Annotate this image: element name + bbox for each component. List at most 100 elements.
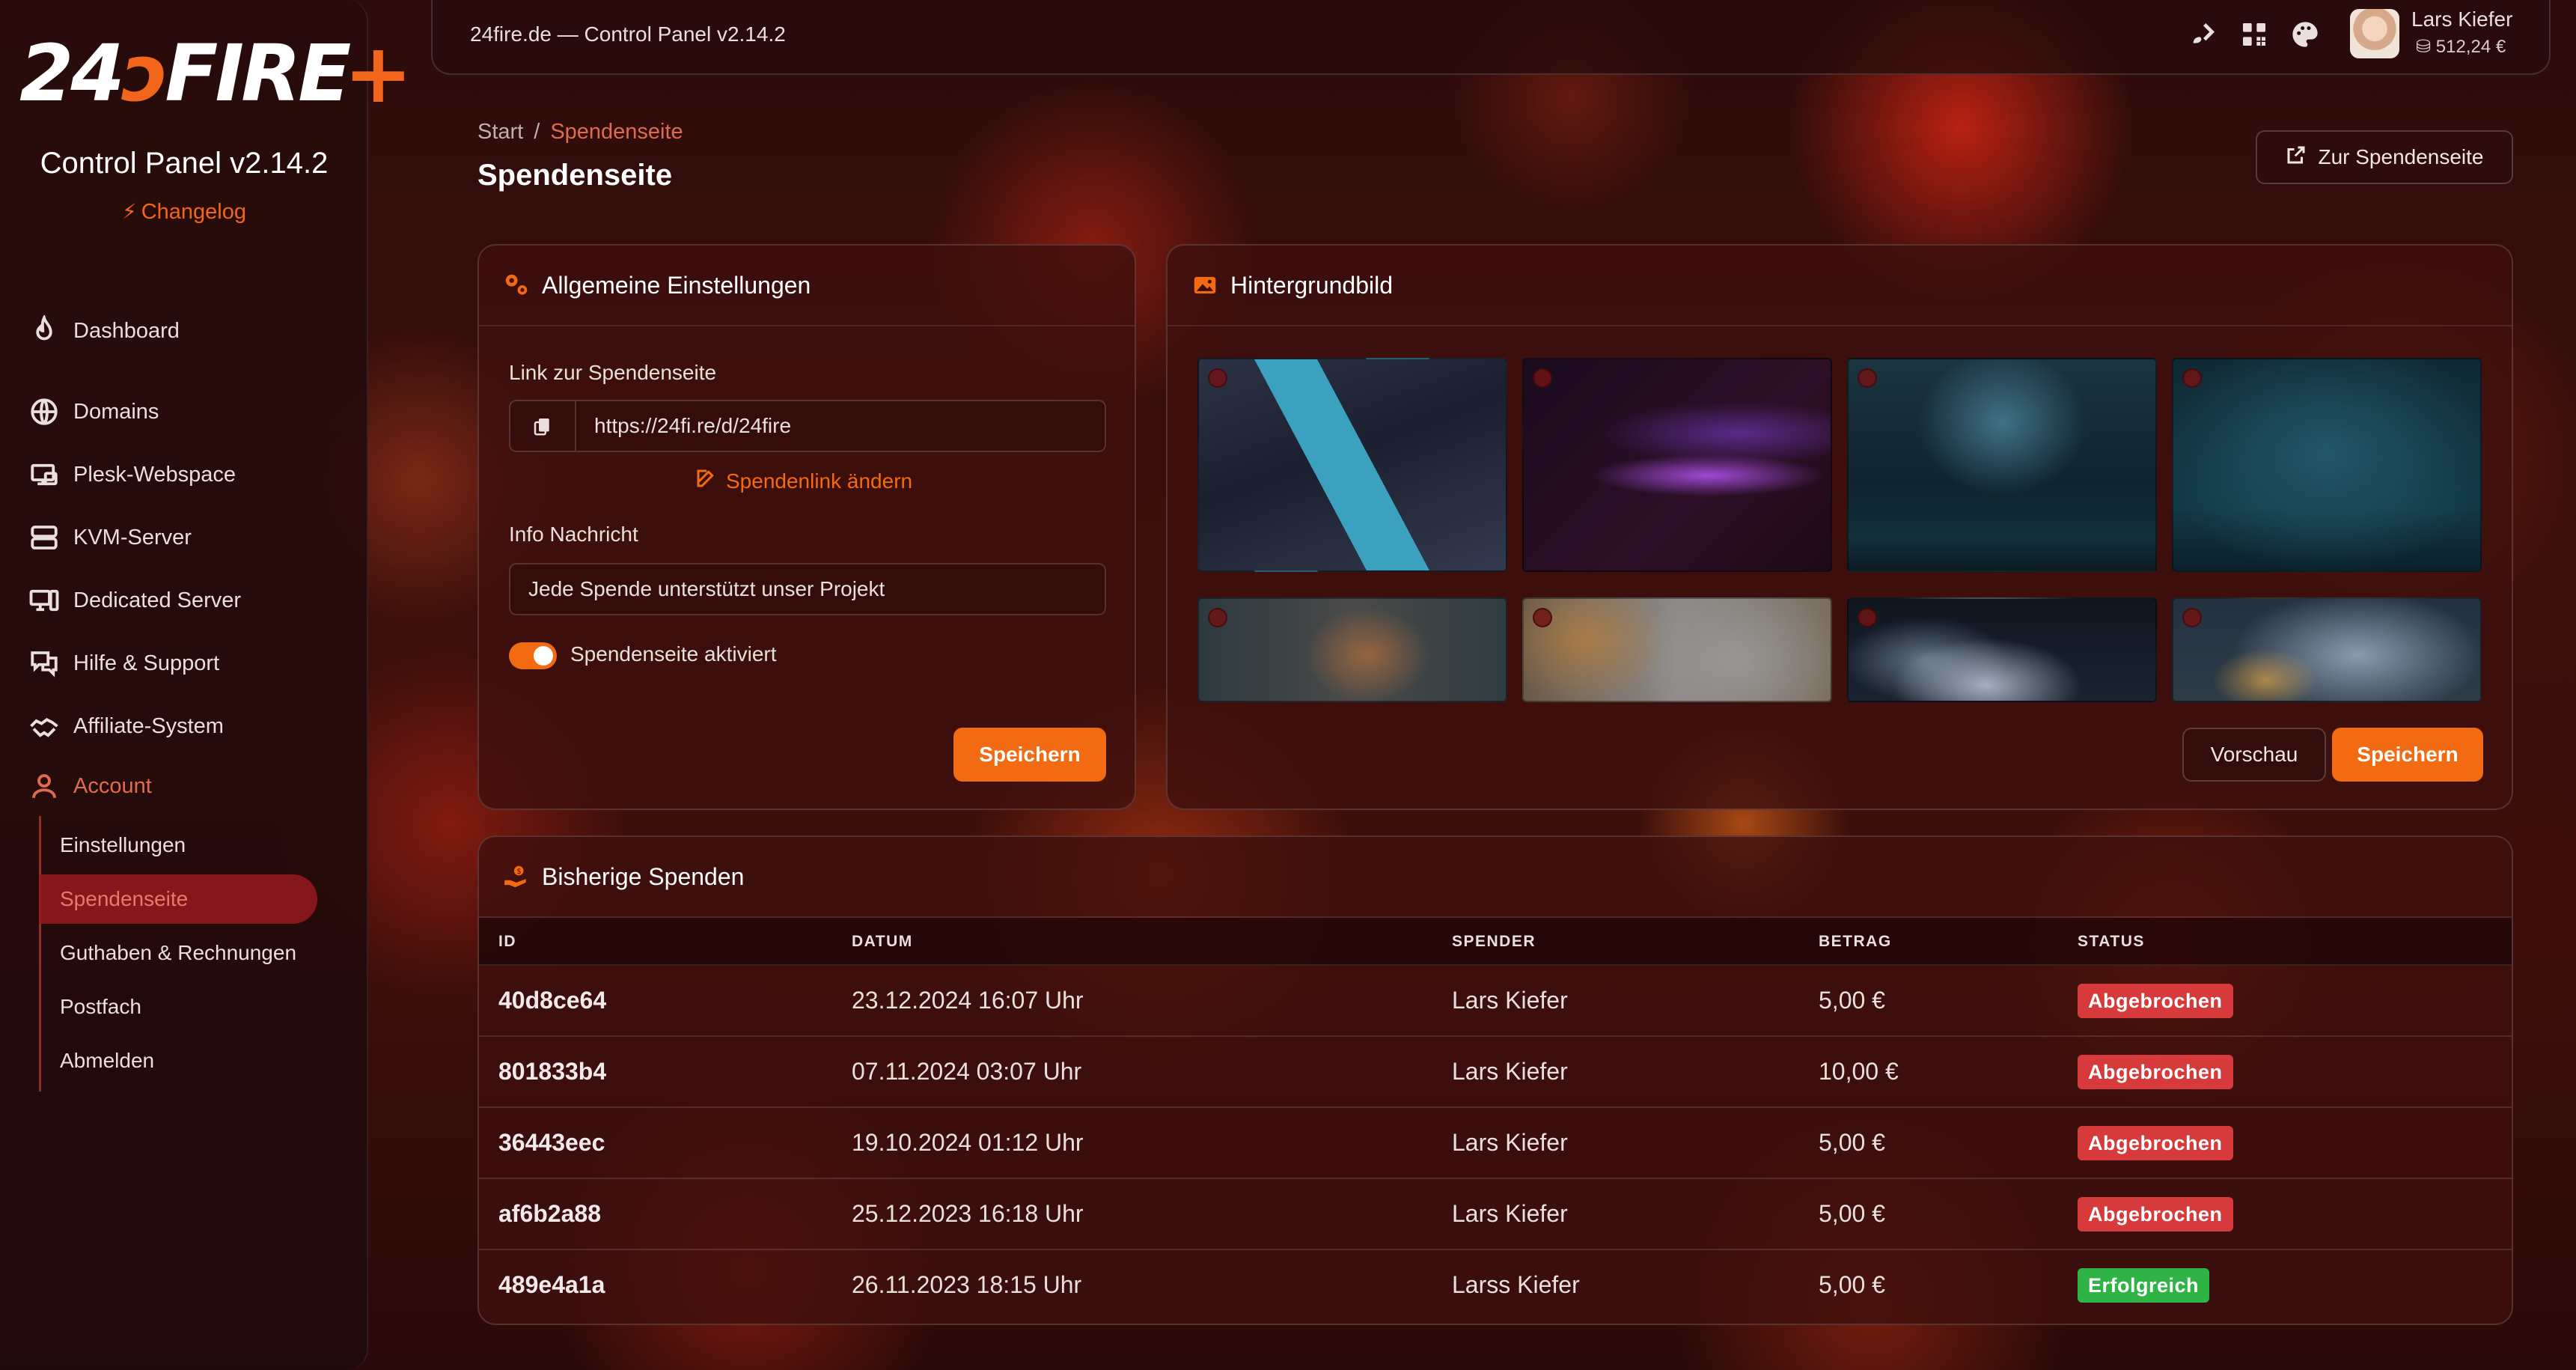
- zur-spendenseite-label: Zur Spendenseite: [2318, 145, 2484, 168]
- breadcrumb-start[interactable]: Start: [477, 120, 523, 144]
- table-row[interactable]: 40d8ce64 23.12.2024 16:07 Uhr Lars Kiefe…: [479, 966, 2512, 1037]
- cell-id: af6b2a88: [498, 1200, 601, 1227]
- cell-date: 25.12.2023 16:18 Uhr: [852, 1200, 1084, 1227]
- sidebar: 24 ↄ FIRE + Control Panel v2.14.2 ⚡ Changelo…: [0, 0, 412, 1370]
- table-row[interactable]: 36443eec 19.10.2024 01:12 Uhr Lars Kiefe…: [479, 1108, 2512, 1179]
- apps-icon[interactable]: [2238, 18, 2271, 51]
- gears-icon: [501, 270, 531, 300]
- background-card-title: Hintergrundbild: [1230, 271, 1394, 299]
- sidebar-subitem-abmelden[interactable]: Abmelden: [39, 1036, 317, 1086]
- sidebar-item-label: Domains: [73, 399, 159, 424]
- support-icon: [27, 646, 61, 681]
- status-badge: Abgebrochen: [2078, 1055, 2233, 1089]
- cell-id: 36443eec: [498, 1129, 605, 1156]
- cell-donor: Lars Kiefer: [1452, 1129, 1568, 1156]
- radio-button[interactable]: [2182, 608, 2202, 627]
- sidebar-item-kvm-server[interactable]: KVM-Server: [27, 515, 192, 560]
- server-icon: [27, 520, 61, 555]
- cell-id: 801833b4: [498, 1058, 607, 1085]
- background-option-3[interactable]: [1847, 358, 2157, 572]
- donation-link-value: https://24fi.re/d/24fire: [594, 414, 792, 437]
- sidebar-subitem-spendenseite[interactable]: Spendenseite: [39, 874, 317, 924]
- zur-spendenseite-button[interactable]: Zur Spendenseite: [2256, 130, 2513, 184]
- svg-text:$: $: [516, 868, 521, 876]
- cell-date: 07.11.2024 03:07 Uhr: [852, 1058, 1082, 1085]
- globe-icon: [27, 395, 61, 429]
- changelog-label: Changelog: [141, 200, 246, 224]
- sidebar-item-dedicated-server[interactable]: Dedicated Server: [27, 578, 241, 623]
- cell-donor: Lars Kiefer: [1452, 987, 1568, 1014]
- donations-card-title: Bisherige Spenden: [542, 862, 745, 890]
- change-link-label: Spendenlink ändern: [726, 469, 913, 493]
- background-option-2[interactable]: [1522, 358, 1832, 572]
- avatar[interactable]: [2350, 9, 2399, 58]
- changelog-link[interactable]: ⚡ Changelog: [0, 199, 368, 225]
- background-option-5[interactable]: [1197, 597, 1507, 702]
- sidebar-item-hilfe-support[interactable]: Hilfe & Support: [27, 641, 219, 686]
- info-message-input[interactable]: Jede Spende unterstützt unser Projekt: [509, 563, 1106, 615]
- change-link-button[interactable]: Spendenlink ändern: [695, 467, 912, 495]
- donation-link-field[interactable]: https://24fi.re/d/24fire: [509, 400, 1106, 452]
- preview-button[interactable]: Vorschau: [2182, 728, 2326, 782]
- table-header: ID DATUM SPENDER BETRAG STATUS: [479, 918, 2512, 966]
- sidebar-subitem-guthaben-rechnungen[interactable]: Guthaben & Rechnungen: [39, 928, 317, 978]
- table-row[interactable]: 489e4a1a 26.11.2023 18:15 Uhr Larss Kief…: [479, 1250, 2512, 1321]
- window-title: 24fire.de — Control Panel v2.14.2: [470, 22, 786, 46]
- radio-button[interactable]: [2182, 368, 2202, 388]
- sidebar-item-label: Hilfe & Support: [73, 651, 220, 675]
- cell-amount: 5,00 €: [1819, 1200, 1885, 1227]
- column-header-datum: DATUM: [852, 933, 913, 950]
- sidebar-item-plesk-webspace[interactable]: Plesk-Webspace: [27, 452, 236, 497]
- background-save-button[interactable]: Speichern: [2332, 728, 2483, 782]
- settings-save-button[interactable]: Speichern: [953, 728, 1106, 782]
- info-label: Info Nachricht: [509, 523, 638, 546]
- cell-amount: 10,00 €: [1819, 1058, 1899, 1085]
- cell-date: 19.10.2024 01:12 Uhr: [852, 1129, 1084, 1156]
- column-header-spender: SPENDER: [1452, 933, 1536, 950]
- copy-icon[interactable]: [510, 401, 576, 451]
- handshake-icon: [27, 709, 61, 743]
- cell-donor: Lars Kiefer: [1452, 1058, 1568, 1085]
- radio-button[interactable]: [1208, 608, 1227, 627]
- cell-donor: Larss Kiefer: [1452, 1271, 1580, 1298]
- background-option-1[interactable]: [1197, 358, 1507, 572]
- sidebar-item-affiliate-system[interactable]: Affiliate-System: [27, 704, 224, 749]
- radio-button[interactable]: [1208, 368, 1227, 388]
- breadcrumb: Start / Spendenseite: [477, 120, 683, 144]
- table-row[interactable]: af6b2a88 25.12.2023 16:18 Uhr Lars Kiefe…: [479, 1179, 2512, 1250]
- sidebar-item-label: Plesk-Webspace: [73, 462, 236, 487]
- background-card-header: Hintergrundbild: [1168, 246, 2512, 326]
- cell-amount: 5,00 €: [1819, 1129, 1885, 1156]
- logo[interactable]: 24 ↄ FIRE +: [19, 28, 412, 118]
- sidebar-item-account[interactable]: Account: [27, 764, 152, 809]
- sidebar-item-domains[interactable]: Domains: [27, 389, 159, 434]
- palette-icon[interactable]: [2289, 18, 2322, 51]
- edit-icon: [695, 467, 717, 495]
- brush-icon[interactable]: [2187, 18, 2220, 51]
- link-label: Link zur Spendenseite: [509, 361, 717, 384]
- sidebar-subitem-einstellungen[interactable]: Einstellungen: [39, 821, 317, 870]
- background-option-8[interactable]: [2172, 597, 2482, 702]
- column-header-id: ID: [498, 933, 516, 950]
- radio-button[interactable]: [1533, 368, 1552, 388]
- cell-id: 40d8ce64: [498, 987, 607, 1014]
- radio-button[interactable]: [1533, 608, 1552, 627]
- background-card: Hintergrundbild Vorschau Speichern: [1166, 244, 2513, 810]
- background-option-6[interactable]: [1522, 597, 1832, 702]
- radio-button[interactable]: [1858, 368, 1877, 388]
- background-option-7[interactable]: [1847, 597, 2157, 702]
- background-option-4[interactable]: [2172, 358, 2482, 572]
- table-row[interactable]: 801833b4 07.11.2024 03:07 Uhr Lars Kiefe…: [479, 1037, 2512, 1108]
- donations-card: $ Bisherige Spenden ID DATUM SPENDER BET…: [477, 835, 2513, 1325]
- sidebar-item-dashboard[interactable]: Dashboard: [27, 308, 180, 353]
- sidebar-item-label: Account: [73, 773, 152, 798]
- external-link-icon: [2285, 144, 2307, 171]
- cell-amount: 5,00 €: [1819, 987, 1885, 1014]
- sidebar-subitem-postfach[interactable]: Postfach: [39, 982, 317, 1032]
- image-icon: [1190, 270, 1220, 300]
- user-balance: ⛁ 512,24 €: [2416, 36, 2506, 58]
- radio-button[interactable]: [1858, 608, 1877, 627]
- donation-page-toggle[interactable]: [509, 642, 557, 669]
- donation-hand-icon: $: [501, 862, 531, 892]
- sidebar-item-label: Affiliate-System: [73, 713, 224, 738]
